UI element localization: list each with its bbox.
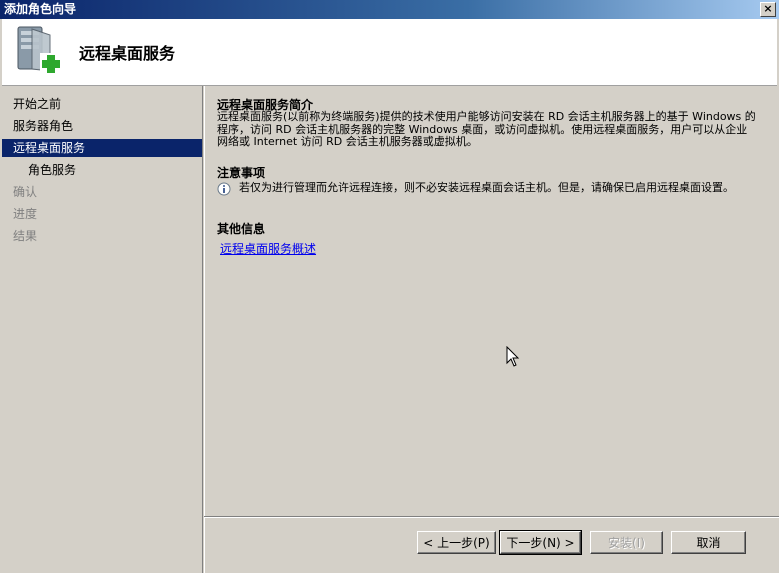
- step-results: 结果: [13, 229, 38, 243]
- main-content: 远程桌面服务简介 远程桌面服务(以前称为终端服务)提供的技术使用户能够访问安装在…: [204, 86, 777, 516]
- notes-heading: 注意事项: [217, 166, 266, 180]
- close-icon[interactable]: ×: [760, 2, 776, 17]
- wizard-header: 远程桌面服务: [2, 19, 777, 86]
- notes-text: 若仅为进行管理而允许远程连接，则不必安装远程桌面会话主机。但是，请确保已启用远程…: [239, 181, 734, 194]
- step-server-roles[interactable]: 服务器角色: [2, 117, 202, 135]
- info-icon: [217, 182, 231, 196]
- page-title: 远程桌面服务: [79, 44, 176, 63]
- server-add-icon: [17, 26, 62, 75]
- wizard-steps: 开始之前 服务器角色 远程桌面服务 角色服务 确认 进度 结果: [2, 86, 205, 573]
- previous-button[interactable]: < 上一步(P): [417, 531, 496, 554]
- install-button: 安装(I): [590, 531, 663, 554]
- footer-divider: [204, 516, 779, 518]
- notes-block: 若仅为进行管理而允许远程连接，则不必安装远程桌面会话主机。但是，请确保已启用远程…: [217, 181, 757, 196]
- step-confirmation: 确认: [13, 185, 38, 199]
- more-info-heading: 其他信息: [217, 222, 266, 236]
- mouse-cursor-icon: [506, 346, 520, 367]
- step-role-services[interactable]: 角色服务: [2, 161, 202, 179]
- rds-overview-link[interactable]: 远程桌面服务概述: [220, 240, 316, 257]
- window-title: 添加角色向导: [4, 2, 77, 16]
- cancel-button[interactable]: 取消: [671, 531, 746, 554]
- step-remote-desktop-services[interactable]: 远程桌面服务: [2, 139, 202, 157]
- next-button[interactable]: 下一步(N) >: [499, 530, 582, 555]
- step-progress: 进度: [13, 207, 38, 221]
- window-titlebar: 添加角色向导 ×: [0, 0, 779, 19]
- intro-text: 远程桌面服务(以前称为终端服务)提供的技术使用户能够访问安装在 RD 会话主机服…: [217, 110, 756, 148]
- step-before-you-begin[interactable]: 开始之前: [2, 95, 202, 113]
